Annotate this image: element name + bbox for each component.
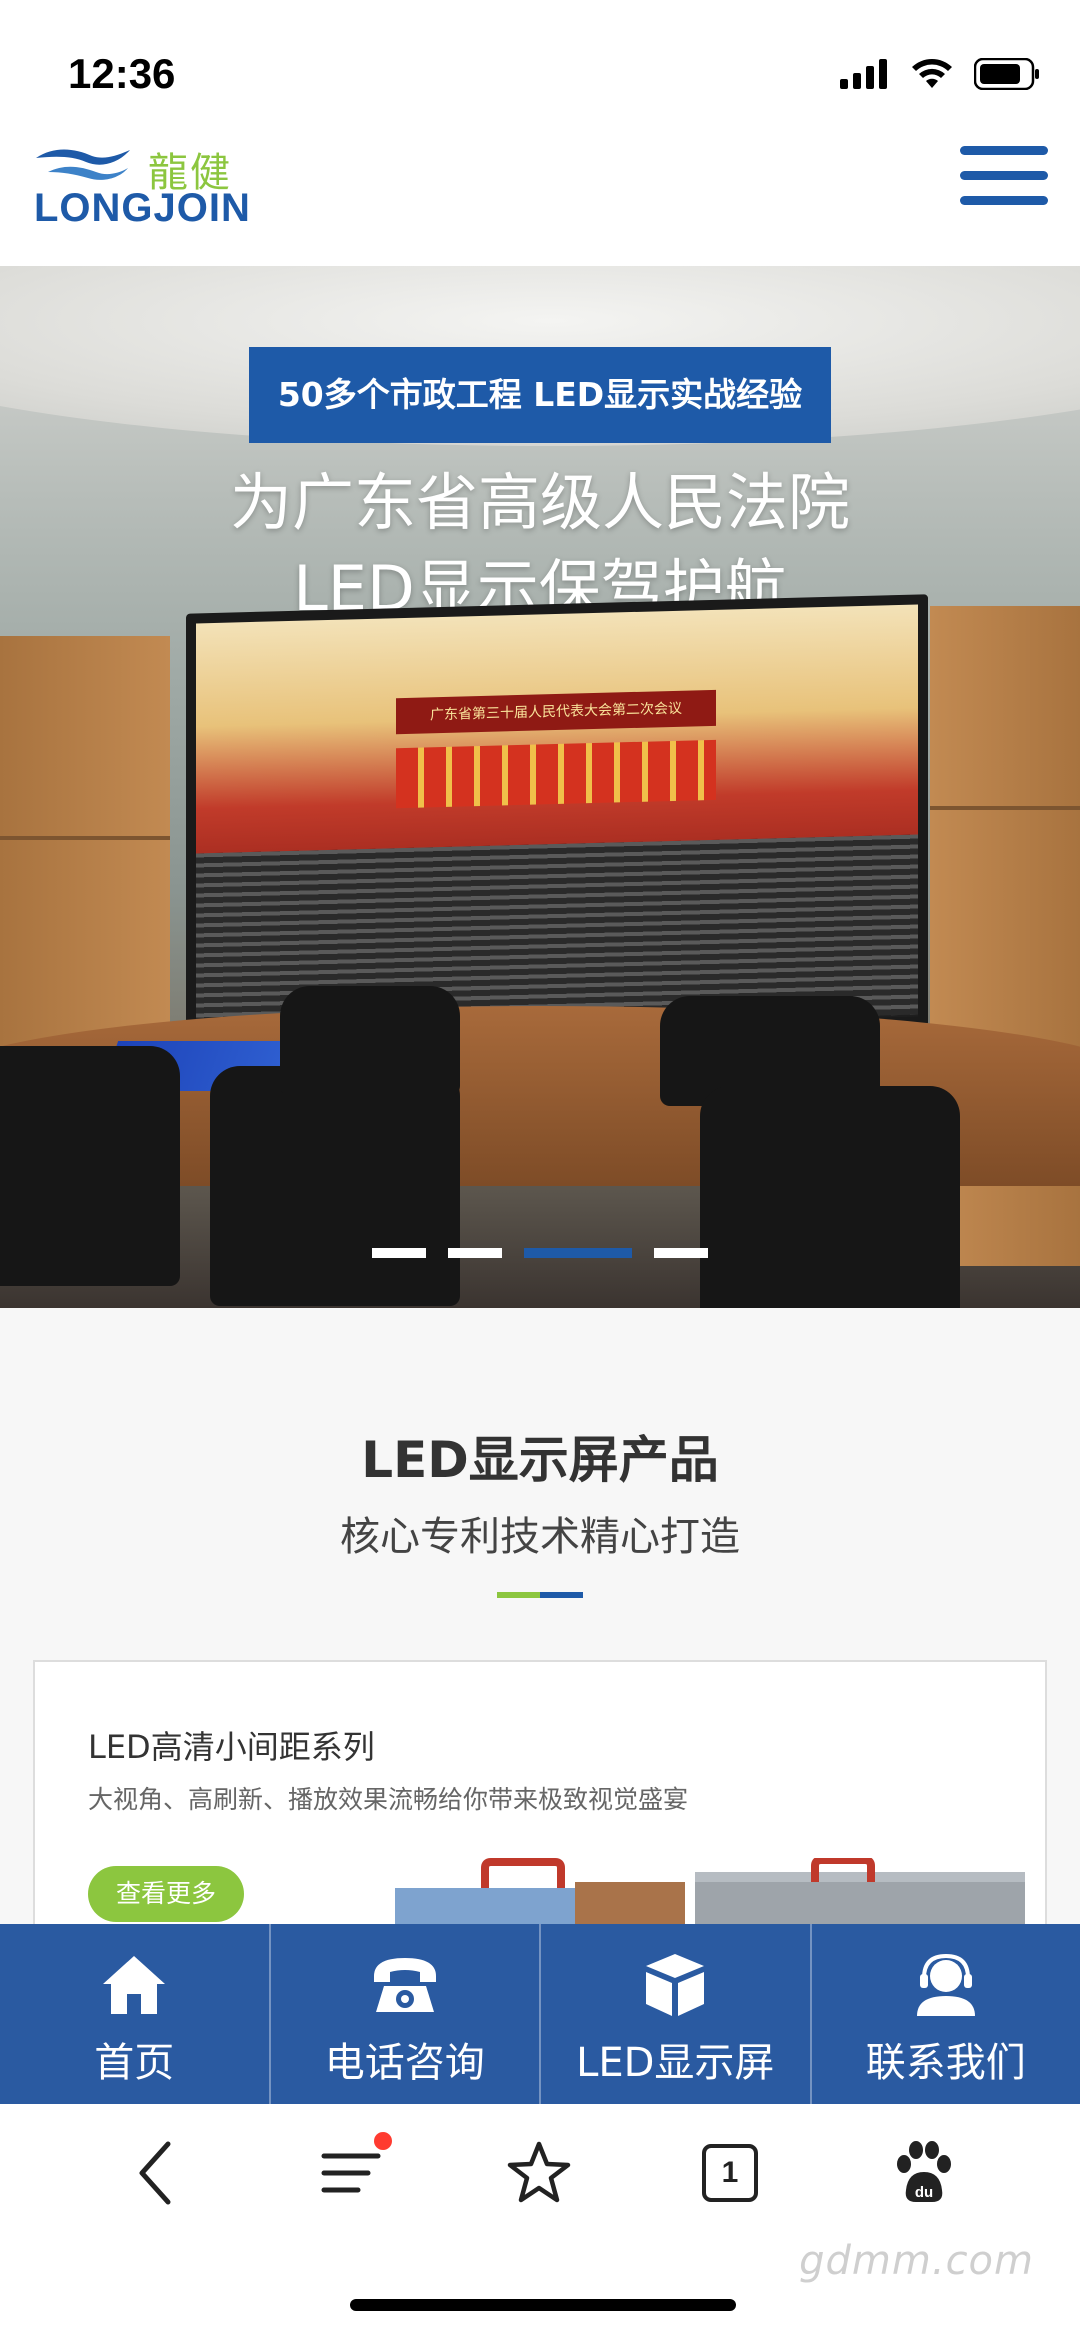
box-icon: [646, 1954, 705, 2016]
banner-badge: 50多个市政工程 LED显示实战经验: [249, 347, 831, 443]
longjoin-logo[interactable]: 龍健 LONGJOIN: [30, 140, 260, 240]
tabs-button[interactable]: 1: [702, 2144, 758, 2202]
hero-banner[interactable]: 50多个市政工程 LED显示实战经验 为广东省高级人民法院 LED显示保驾护航 …: [0, 266, 1080, 1308]
carousel-indicators: [0, 1248, 1080, 1258]
carousel-dot[interactable]: [372, 1248, 426, 1258]
menu-bar: [960, 196, 1048, 205]
product-card-title: LED高清小间距系列: [88, 1728, 375, 1766]
screen-flags: [396, 739, 716, 809]
chair: [210, 1066, 460, 1306]
nav-item-home[interactable]: 首页: [0, 1924, 271, 2104]
status-icons: [840, 58, 1040, 90]
nav-label: 首页: [94, 2040, 175, 2086]
section-subtitle: 核心专利技术精心打造: [340, 1514, 740, 1560]
svg-text:du: du: [915, 2184, 933, 2201]
logo-english: LONGJOIN: [34, 186, 251, 230]
back-icon[interactable]: [122, 2138, 192, 2208]
underline-green: [497, 1592, 540, 1598]
star-icon[interactable]: [504, 2138, 574, 2208]
nav-label: 电话咨询: [324, 2040, 485, 2086]
nav-item-led-screen[interactable]: LED显示屏: [541, 1924, 812, 2104]
nav-item-contact[interactable]: 联系我们: [812, 1924, 1080, 2104]
tab-count: 1: [721, 2156, 739, 2189]
logo-wave-icon: [36, 149, 130, 180]
nav-item-phone[interactable]: 电话咨询: [271, 1924, 541, 2104]
home-icon: [103, 1956, 166, 2014]
phone-icon: [373, 1958, 436, 2012]
chair: [280, 986, 460, 1096]
site-header: 龍健 LONGJOIN: [0, 140, 1080, 266]
section-title: LED显示屏产品: [361, 1431, 719, 1489]
product-card-description: 大视角、高刷新、播放效果流畅给你带来极致视觉盛宴: [88, 1785, 689, 1814]
wifi-icon: [912, 59, 952, 88]
hamburger-menu-button[interactable]: [960, 146, 1048, 226]
menu-bar: [960, 146, 1048, 155]
watermark: gdmm.com: [799, 2238, 1034, 2284]
carousel-dot-active[interactable]: [524, 1248, 632, 1258]
led-screen-image: 广东省第三十届人民代表大会第二次会议: [186, 594, 928, 1046]
home-indicator[interactable]: [350, 2299, 736, 2311]
screen-banner-text: 广东省第三十届人民代表大会第二次会议: [396, 689, 716, 735]
carousel-dot[interactable]: [654, 1248, 708, 1258]
led-screen-content: 广东省第三十届人民代表大会第二次会议: [196, 604, 918, 1036]
bottom-site-nav: 首页 电话咨询 LED显示屏 联系我们: [0, 1924, 1080, 2104]
carousel-dot[interactable]: [448, 1248, 502, 1258]
notification-dot: [374, 2132, 392, 2150]
underline-blue: [540, 1592, 583, 1598]
support-agent-icon: [916, 1953, 975, 2016]
baidu-paw-icon[interactable]: du: [888, 2138, 958, 2208]
title-underline: [497, 1592, 583, 1598]
status-bar: 12:36: [0, 0, 1080, 140]
nav-label: LED显示屏: [576, 2040, 775, 2086]
battery-icon: [974, 58, 1039, 90]
menu-bar: [960, 171, 1048, 180]
nav-label: 联系我们: [865, 2040, 1026, 2086]
signal-icon: [840, 59, 887, 89]
banner-title-line1: 为广东省高级人民法院: [229, 466, 850, 539]
view-more-button[interactable]: 查看更多: [88, 1866, 244, 1922]
menu-icon[interactable]: [316, 2138, 386, 2208]
products-section: LED显示屏产品 核心专利技术精心打造 LED高清小间距系列 大视角、高刷新、播…: [0, 1308, 1080, 1940]
chair: [700, 1086, 960, 1308]
product-card[interactable]: LED高清小间距系列 大视角、高刷新、播放效果流畅给你带来极致视觉盛宴 查看更多: [33, 1660, 1047, 1940]
status-time: 12:36: [68, 50, 176, 97]
